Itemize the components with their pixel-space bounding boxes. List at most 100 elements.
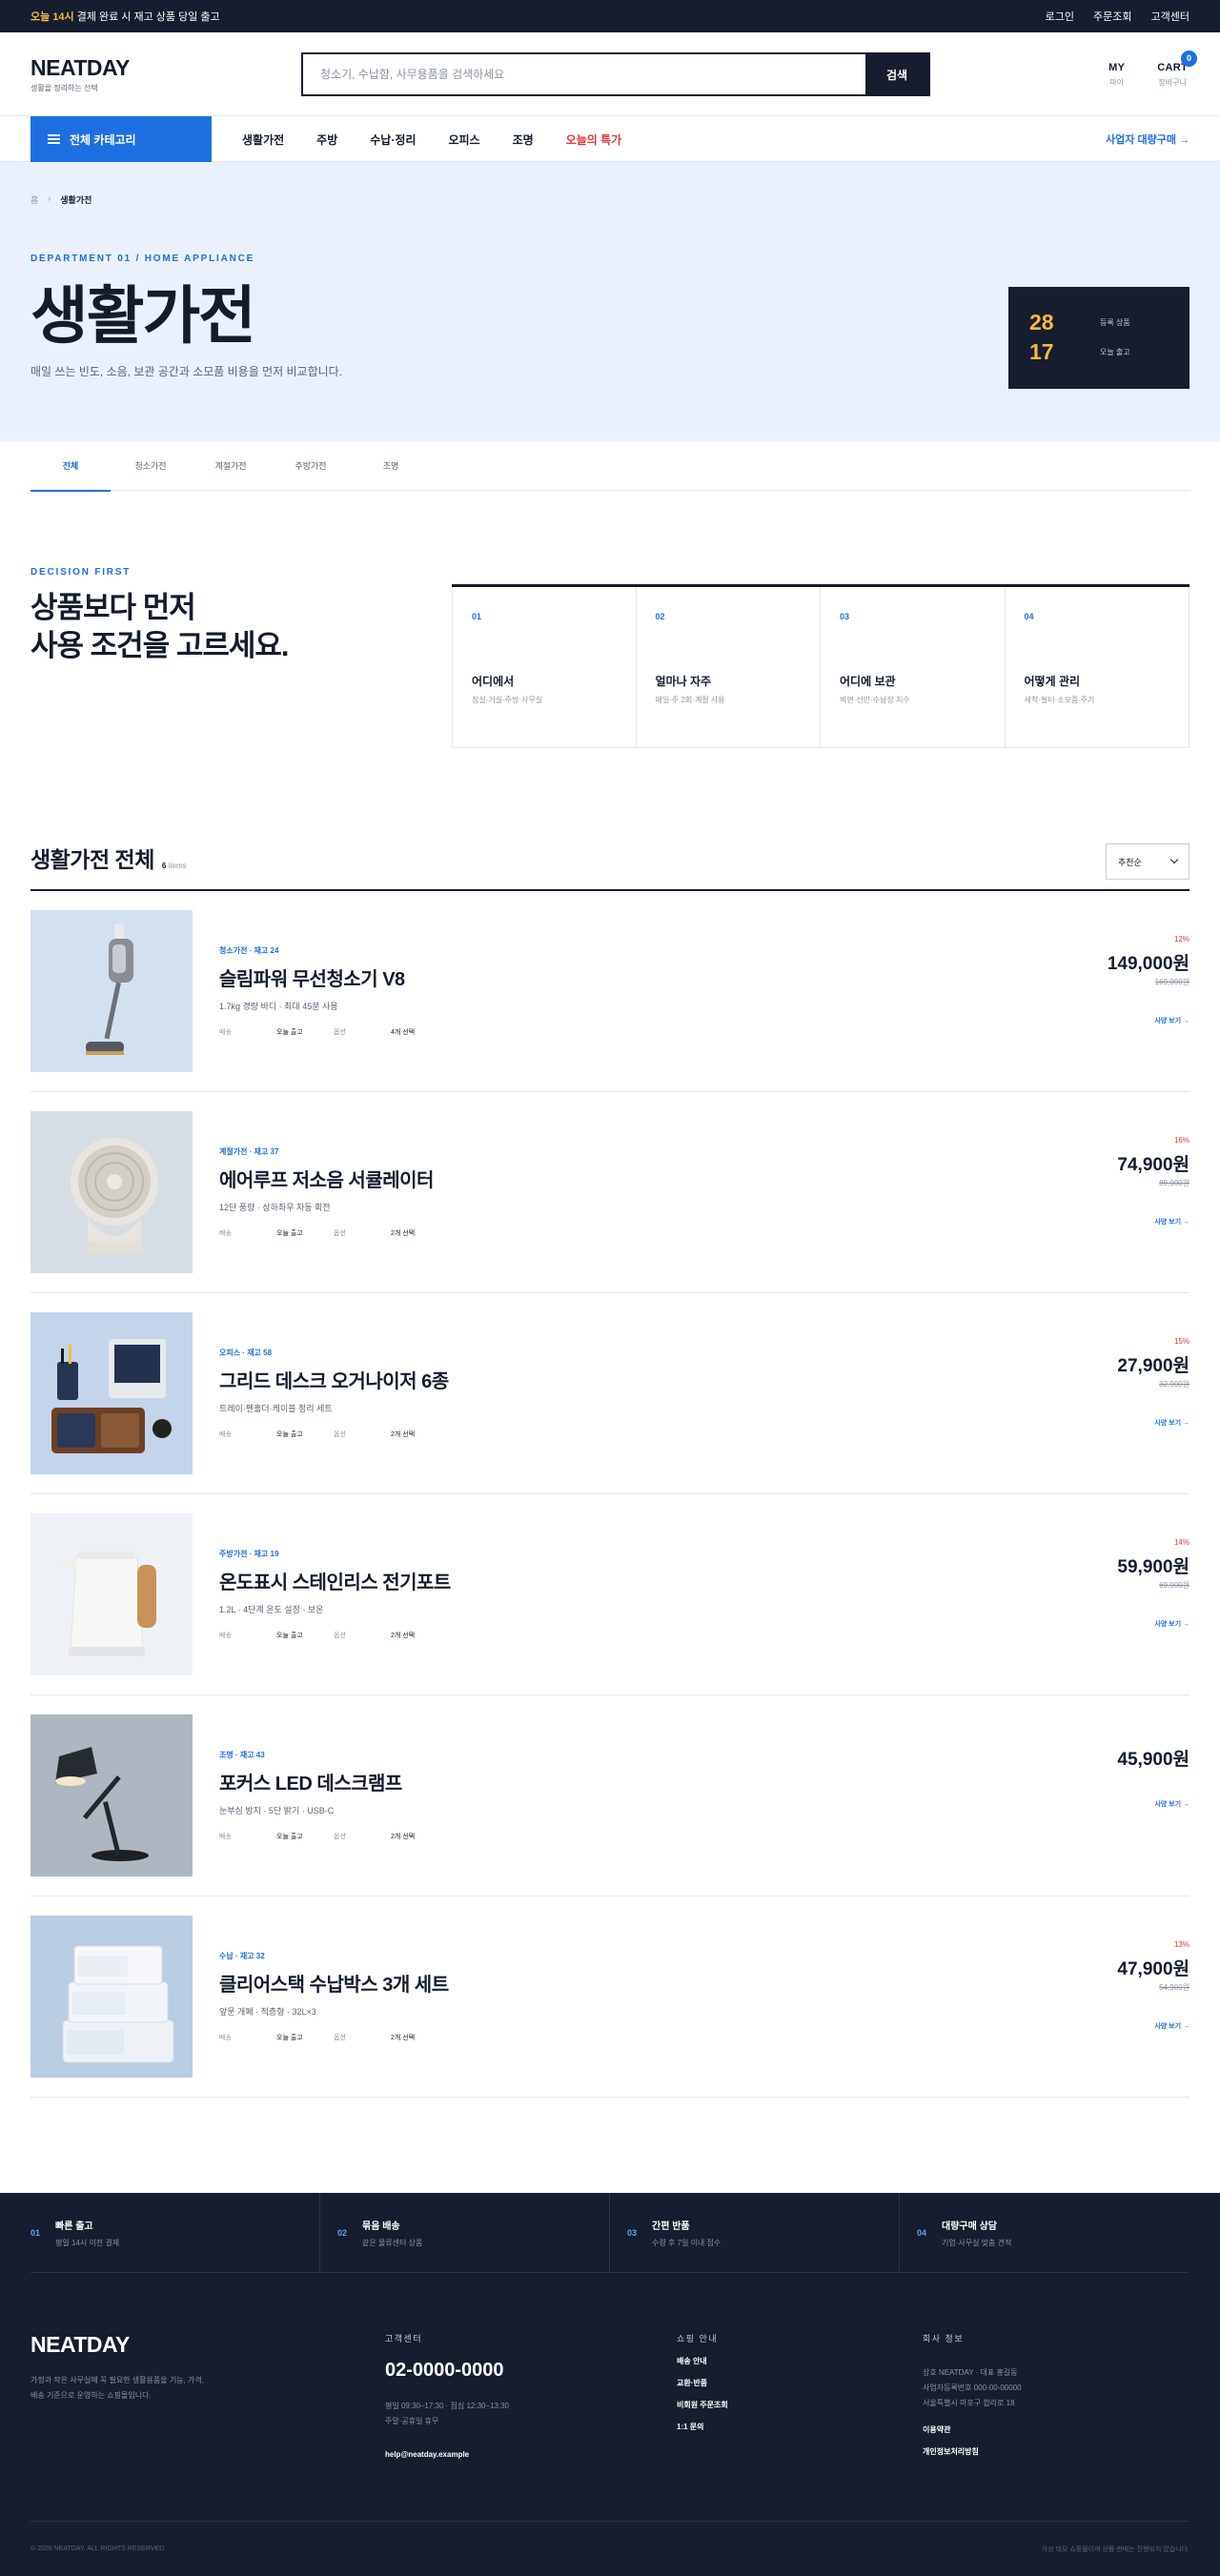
sale-price: 149,000원 — [1107, 954, 1190, 974]
service-item: 01 빠른 출고 평일 14시 이전 결제 — [30, 2193, 320, 2272]
service-item: 02 묶음 배송 같은 물류센터 상품 — [320, 2193, 610, 2272]
nav-item-lighting[interactable]: 조명 — [513, 132, 534, 148]
product-image-desk-lamp[interactable] — [30, 1714, 193, 1876]
demo-notice: 가상 데모 쇼핑몰이며 상품 판매는 진행되지 않습니다. — [1041, 2546, 1190, 2553]
category-hero: 홈 › 생활가전 DEPARTMENT 01 / HOME APPLIANCE … — [0, 162, 1220, 441]
tab-cleaning[interactable]: 청소가전 — [111, 441, 191, 491]
product-image-organizer[interactable] — [30, 1312, 193, 1474]
product-row[interactable]: 조명 · 재고 43 포커스 LED 데스크램프 눈부심 방지 · 5단 밝기 … — [30, 1695, 1190, 1897]
tab-seasonal[interactable]: 계절가전 — [191, 441, 271, 491]
view-specs-link[interactable]: 사양 보기 → — [1108, 1016, 1190, 1025]
product-meta: 배송 오늘 출고 옵션 2개 선택 — [219, 1633, 416, 1639]
main-nav: 전체 카테고리 생활가전 주방 수납·정리 오피스 조명 오늘의 특가 사업자 … — [0, 116, 1220, 162]
product-name[interactable]: 그리드 데스크 오거나이저 6종 — [219, 1366, 449, 1393]
price-block: 15% 27,900원 32,900원 사양 보기 → — [1117, 1337, 1190, 1428]
privacy-link[interactable]: 개인정보처리방침 — [923, 2446, 1022, 2457]
product-name[interactable]: 클리어스택 수납박스 3개 세트 — [219, 1969, 449, 1997]
my-page-button[interactable]: MY 마이 — [1108, 62, 1125, 88]
nav-item-storage[interactable]: 수납·정리 — [370, 132, 416, 148]
product-row[interactable]: 주방가전 · 재고 19 온도표시 스테인리스 전기포트 1.2L · 4단계 … — [30, 1494, 1190, 1695]
product-row[interactable]: 수납 · 재고 32 클리어스택 수납박스 3개 세트 앞문 개폐 · 적층형 … — [30, 1897, 1190, 2098]
original-price: 89,000원 — [1159, 1179, 1190, 1187]
product-row[interactable]: 오피스 · 재고 58 그리드 데스크 오거나이저 6종 트레이·펜홀더·케이블… — [30, 1293, 1190, 1494]
product-image-circulator[interactable] — [30, 1111, 193, 1273]
view-specs-link[interactable]: 사양 보기 → — [1117, 2021, 1190, 2031]
breadcrumb-separator: › — [48, 193, 51, 203]
tab-all[interactable]: 전체 — [30, 441, 111, 492]
tab-kitchen[interactable]: 주방가전 — [271, 441, 351, 491]
site-header: NEATDAY 생활을 정리하는 선택 검색 MY 마이 CART 장바구니 0 — [0, 32, 1220, 116]
original-price: 169,000원 — [1154, 978, 1190, 986]
logo-block[interactable]: NEATDAY 생활을 정리하는 선택 — [30, 55, 301, 93]
product-name[interactable]: 온도표시 스테인리스 전기포트 — [219, 1567, 451, 1594]
product-row[interactable]: 청소가전 · 재고 24 슬림파워 무선청소기 V8 1.7kg 경량 바디 ·… — [30, 891, 1190, 1092]
search-button[interactable]: 검색 — [865, 54, 928, 94]
footer-link-guest-order[interactable]: 비회원 주문조회 — [677, 2400, 923, 2410]
sort-select[interactable]: 추천순 — [1106, 843, 1190, 880]
nav-item-kitchen[interactable]: 주방 — [316, 132, 337, 148]
cs-phone[interactable]: 02-0000-0000 — [385, 2360, 677, 2382]
nav-item-office[interactable]: 오피스 — [448, 132, 479, 148]
sale-price: 47,900원 — [1117, 1959, 1190, 1979]
footer-link-shipping[interactable]: 배송 안내 — [677, 2356, 923, 2366]
footer-cs: 고객센터 02-0000-0000 평일 09:30–17:30 · 점심 12… — [385, 2332, 677, 2521]
breadcrumb-home[interactable]: 홈 — [30, 193, 38, 206]
footer-company: 회사 정보 상호 NEATDAY · 대표 홍길동 사업자등록번호 000-00-… — [923, 2334, 1022, 2457]
price-block: 16% 74,900원 89,000원 사양 보기 → — [1117, 1136, 1190, 1227]
nav-item-appliance[interactable]: 생활가전 — [242, 132, 284, 148]
login-link[interactable]: 로그인 — [1046, 9, 1074, 24]
footer-link-returns[interactable]: 교환·반품 — [677, 2378, 923, 2388]
view-specs-link[interactable]: 사양 보기 → — [1117, 1418, 1190, 1428]
product-image-storage-box[interactable] — [30, 1916, 193, 2078]
copyright: © 2026 NEATDAY. ALL RIGHTS RESERVED. — [30, 2546, 167, 2552]
cart-button[interactable]: CART 장바구니 0 — [1157, 50, 1197, 88]
breadcrumb: 홈 › 생활가전 — [30, 193, 1190, 206]
order-lookup-link[interactable]: 주문조회 — [1093, 9, 1131, 24]
product-list: 청소가전 · 재고 24 슬림파워 무선청소기 V8 1.7kg 경량 바디 ·… — [0, 891, 1220, 2098]
product-row[interactable]: 계절가전 · 재고 37 에어루프 저소음 서큘레이터 12단 풍량 · 상하좌… — [30, 1092, 1190, 1293]
product-image-kettle[interactable] — [30, 1513, 193, 1675]
cs-email[interactable]: help@neatday.example — [385, 2450, 677, 2459]
nav-item-deals[interactable]: 오늘의 특가 — [566, 132, 622, 148]
price-block: 12% 149,000원 169,000원 사양 보기 → — [1108, 935, 1190, 1025]
footer-shop-guide: 쇼핑 안내 배송 안내 교환·반품 비회원 주문조회 1:1 문의 — [677, 2332, 923, 2521]
price-block: 14% 59,900원 69,900원 사양 보기 → — [1117, 1538, 1190, 1629]
sale-price: 27,900원 — [1117, 1356, 1190, 1376]
original-price: 54,900원 — [1159, 1983, 1190, 1992]
discount-rate: 12% — [1173, 935, 1190, 943]
product-meta: 배송 오늘 출고 옵션 2개 선택 — [219, 2035, 416, 2041]
sale-price: 45,900원 — [1117, 1750, 1190, 1770]
tab-lighting[interactable]: 조명 — [351, 441, 431, 491]
site-footer: 01 빠른 출고 평일 14시 이전 결제 02 묶음 배송 같은 물류센터 상품 03… — [0, 2193, 1220, 2576]
discount-rate: 15% — [1173, 1337, 1190, 1346]
product-name[interactable]: 슬림파워 무선청소기 V8 — [219, 963, 448, 991]
discount-rate: 13% — [1173, 1940, 1190, 1949]
price-block: 13% 47,900원 54,900원 사양 보기 → — [1117, 1940, 1190, 2031]
terms-link[interactable]: 이용약관 — [923, 2424, 1022, 2435]
product-name[interactable]: 포커스 LED 데스크램프 — [219, 1768, 448, 1795]
logo[interactable]: NEATDAY — [30, 55, 301, 81]
list-title: 생활가전 전체 — [30, 847, 154, 872]
department-label: DEPARTMENT 01 / HOME APPLIANCE — [30, 254, 255, 264]
product-image-vacuum[interactable] — [30, 910, 193, 1072]
search-input[interactable] — [303, 54, 865, 94]
footer-logo[interactable]: NEATDAY — [30, 2332, 385, 2358]
product-meta: 배송 오늘 출고 옵션 2개 선택 — [219, 1230, 416, 1237]
sale-price: 74,900원 — [1117, 1155, 1190, 1175]
customer-center-link[interactable]: 고객센터 — [1151, 9, 1190, 24]
product-meta: 배송 오늘 출고 옵션 4개 선택 — [219, 1029, 416, 1036]
view-specs-link[interactable]: 사양 보기 → — [1117, 1619, 1190, 1629]
category-tabs: 전체 청소가전 계절가전 주방가전 조명 — [0, 441, 1220, 492]
view-specs-link[interactable]: 사양 보기 → — [1117, 1217, 1190, 1227]
all-categories-button[interactable]: 전체 카테고리 — [30, 116, 212, 162]
product-name[interactable]: 에어루프 저소음 서큘레이터 — [219, 1165, 448, 1192]
view-specs-link[interactable]: 사양 보기 → — [1117, 1799, 1190, 1809]
footer-link-inquiry[interactable]: 1:1 문의 — [677, 2422, 923, 2432]
decision-grid: 01 어디에서 침실·거실·주방·사무실 02 얼마나 자주 매일·주 2회·계절 사용… — [452, 584, 1190, 748]
stat-shipped-today: 17 오늘 출고 — [1029, 339, 1130, 364]
stats-box: 28 등록 상품 17 오늘 출고 — [1008, 287, 1190, 389]
shipping-notice: 오늘 14시 결제 완료 시 재고 상품 당일 출고 — [30, 11, 220, 23]
footer-brand: NEATDAY 가정과 작은 사무실에 꼭 필요한 생활용품을 기능, 가격, … — [30, 2332, 385, 2521]
menu-icon — [48, 134, 60, 144]
bulk-purchase-link[interactable]: 사업자 대량구매 → — [1106, 132, 1190, 147]
